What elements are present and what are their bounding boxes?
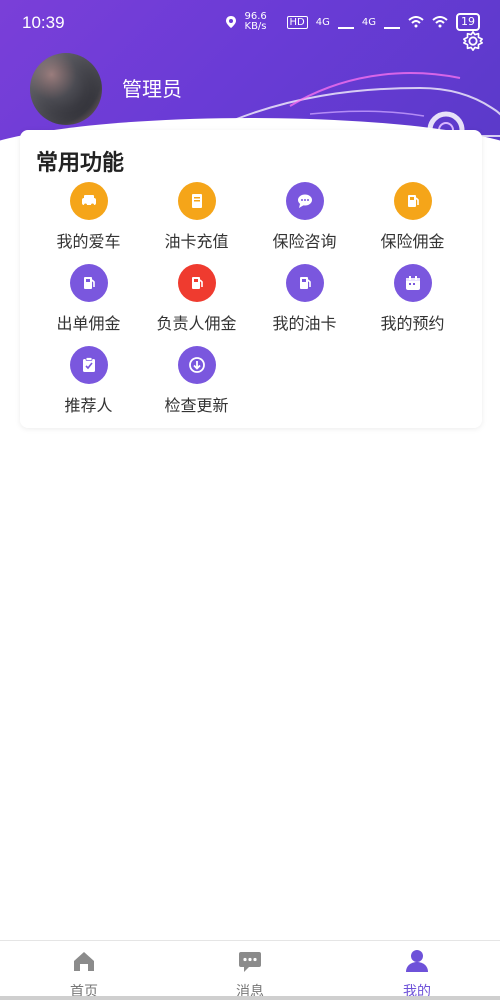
bottom-system-bar — [0, 996, 500, 1000]
user-icon — [406, 950, 428, 972]
hd-badge: HD — [286, 15, 308, 29]
function-label: 我的油卡 — [272, 314, 337, 333]
fuel-pump-icon — [285, 264, 324, 302]
bottom-tab-bar: 首页 消息 我的 — [0, 940, 500, 1001]
function-fuel-card-topup[interactable]: 油卡充值 — [139, 182, 254, 258]
fuel-pump-icon — [177, 264, 216, 302]
function-referrer[interactable]: 推荐人 — [31, 346, 146, 422]
function-order-commission[interactable]: 出单佣金 — [31, 264, 146, 340]
function-insurance-consult[interactable]: 保险咨询 — [247, 182, 362, 258]
settings-gear-icon[interactable] — [462, 30, 484, 52]
clipboard-icon — [69, 346, 108, 384]
function-manager-commission[interactable]: 负责人佣金 — [139, 264, 254, 340]
function-label: 油卡充值 — [164, 232, 229, 251]
function-label: 保险咨询 — [272, 232, 337, 251]
tab-mine[interactable]: 我的 — [362, 947, 472, 1001]
function-my-car[interactable]: 我的爱车 — [31, 182, 146, 258]
tab-home[interactable]: 首页 — [29, 947, 139, 1001]
signal-4g-1: 4G — [315, 16, 330, 28]
fuel-pump-icon — [69, 264, 108, 302]
function-label: 保险佣金 — [380, 232, 445, 251]
common-functions-card: 常用功能 我的爱车 油卡充值 保险咨询 保险佣金 出单佣金 负责人佣金 我的油卡… — [20, 130, 482, 428]
calendar-icon — [393, 264, 432, 302]
function-my-fuel-card[interactable]: 我的油卡 — [247, 264, 362, 340]
wifi-icon — [408, 16, 424, 28]
avatar[interactable] — [30, 53, 102, 125]
function-label: 负责人佣金 — [156, 314, 237, 333]
car-icon — [69, 182, 108, 220]
status-time: 10:39 — [22, 13, 65, 32]
function-label: 出单佣金 — [56, 314, 121, 333]
fuel-pump-icon — [393, 182, 432, 220]
function-label: 我的爱车 — [56, 232, 121, 251]
function-label: 推荐人 — [64, 396, 113, 415]
signal-bars-icon-2 — [384, 15, 400, 29]
status-icons: 96.6 KB/s HD 4G 4G 19 — [225, 12, 480, 32]
card-title: 常用功能 — [36, 151, 125, 176]
location-icon — [225, 16, 236, 28]
function-my-appointments[interactable]: 我的预约 — [355, 264, 470, 340]
signal-bars-icon — [337, 15, 354, 29]
battery-indicator: 19 — [456, 13, 480, 31]
home-icon — [74, 952, 94, 971]
signal-4g-2: 4G — [361, 16, 376, 28]
net-speed: 96.6 KB/s — [244, 11, 267, 32]
download-icon — [177, 346, 216, 384]
function-check-update[interactable]: 检查更新 — [139, 346, 254, 422]
tab-messages[interactable]: 消息 — [195, 947, 305, 1001]
chat-icon — [285, 182, 324, 220]
fuel-card-icon — [177, 182, 216, 220]
username: 管理员 — [122, 79, 182, 101]
message-icon — [239, 952, 261, 972]
status-bar: 10:39 96.6 KB/s HD 4G 4G 19 — [0, 0, 500, 46]
wifi-icon-2 — [432, 16, 448, 28]
function-label: 我的预约 — [380, 314, 445, 333]
function-insurance-commission[interactable]: 保险佣金 — [355, 182, 470, 258]
function-label: 检查更新 — [164, 396, 229, 415]
